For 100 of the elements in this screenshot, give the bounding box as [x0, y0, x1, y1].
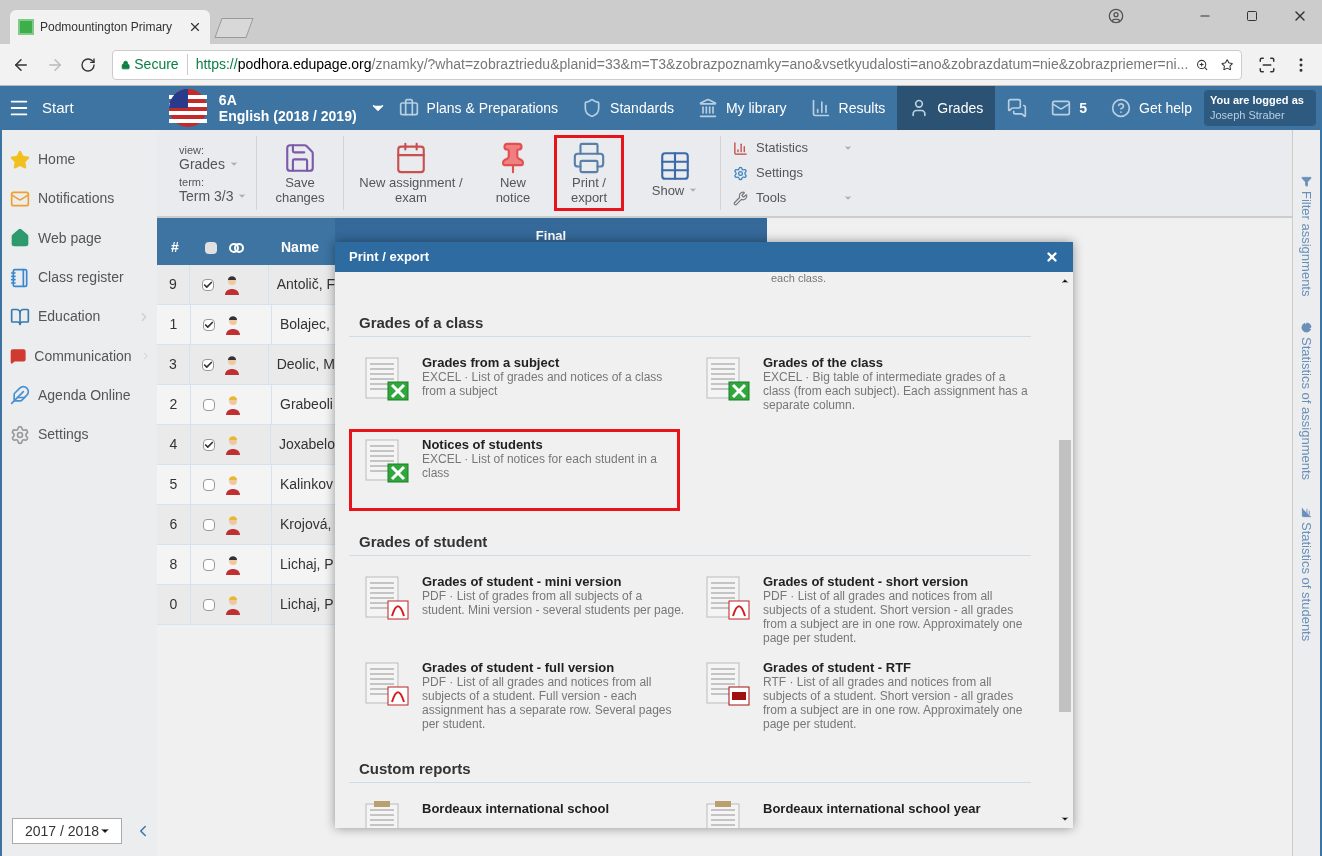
table-row[interactable]: 1 Bolajec, — [157, 305, 335, 345]
export-option[interactable]: Grades of student - mini version PDF · List of grades from all subjects of a student. Mini version - several students per page. — [349, 566, 690, 652]
select-all-checkbox[interactable] — [205, 241, 217, 254]
nav-item[interactable]: Standards — [570, 86, 686, 130]
profile-icon[interactable] — [1108, 8, 1124, 24]
row-number: 9 — [157, 265, 190, 304]
close-icon[interactable] — [1045, 250, 1059, 264]
document-icon — [703, 354, 753, 404]
toolbar-menu-item[interactable]: Statistics — [733, 137, 853, 159]
home-icon — [10, 228, 30, 249]
option-title: Grades from a subject — [422, 356, 561, 370]
login-box[interactable]: You are logged as Joseph Straber — [1203, 90, 1316, 126]
student-icon — [225, 314, 241, 335]
table-row[interactable]: 5 Kalinkov — [157, 465, 335, 505]
export-option[interactable]: Bordeaux international school — [349, 793, 690, 828]
start-link[interactable]: Start — [42, 96, 74, 120]
login-label: You are logged as — [1209, 93, 1305, 108]
export-option[interactable]: Grades of the class EXCEL · Big table of intermediate grades of a class (from each subject). Each assignment has a separate column. — [690, 347, 1031, 429]
option-description: EXCEL · Big table of intermediate grades of a class (from each subject). Each assignment has a separate column. — [763, 370, 1028, 412]
nav-item[interactable]: Results — [798, 86, 898, 130]
row-checkbox[interactable] — [203, 518, 215, 531]
option-title: Grades of student - mini version — [422, 575, 623, 589]
table-row[interactable]: 3 Deolic, M — [157, 345, 335, 385]
nav-item[interactable]: 5 — [1039, 86, 1099, 130]
table-row[interactable]: 4 Joxabelo — [157, 425, 335, 465]
student-icon — [223, 274, 240, 295]
toolbar-button[interactable]: New assignment / exam — [350, 135, 472, 211]
export-option[interactable]: Grades of student - RTF RTF · List of all grades and notices from all subjects of a student. Short version - all grades from a subject are in one row. Approximately one page per student. — [690, 652, 1031, 738]
toolbar-button[interactable]: Save changes — [263, 135, 337, 211]
toolbar-menu-item[interactable]: Settings — [733, 162, 853, 184]
sidebar-item[interactable]: Agenda Online — [2, 375, 157, 416]
student-icon — [224, 434, 241, 455]
cast-icon[interactable] — [1258, 55, 1276, 74]
export-option[interactable]: Bordeaux international school year — [690, 793, 1031, 828]
sidebar-item[interactable]: Education — [2, 297, 157, 337]
row-number: 3 — [157, 345, 190, 384]
feather-icon — [10, 385, 30, 406]
toolbar-button[interactable]: Print / export — [554, 135, 624, 211]
url-text: https://podhora.edupage.org/znamky/?what=zobraztriedu&planid=33&m=T3&zobrazpoznamky=ano&vsetkyudalosti=ano&zobrazdatum=nie&zobrazpriemer=ni... — [194, 55, 1189, 74]
toolbar-button[interactable]: New notice — [484, 135, 542, 211]
term-selector[interactable]: term: Term 3/3 — [179, 175, 256, 203]
row-checkbox[interactable] — [203, 478, 215, 491]
row-checkbox[interactable] — [203, 598, 215, 611]
student-name: Krojová, — [279, 515, 332, 534]
printer-icon — [572, 141, 606, 175]
toolbar-menu-item[interactable]: Tools — [733, 187, 853, 209]
sidebar-item[interactable]: Communication — [2, 336, 157, 376]
chart-icon — [810, 98, 831, 118]
sidebar-item[interactable]: Settings — [2, 415, 157, 455]
table-row[interactable]: 2 Grabeoli — [157, 385, 335, 425]
export-option[interactable]: Notices of students EXCEL · List of notices for each student in a class — [349, 429, 680, 511]
table-row[interactable]: 6 Krojová, — [157, 505, 335, 545]
row-number: 8 — [157, 545, 191, 584]
row-checkbox[interactable] — [202, 438, 215, 451]
row-checkbox[interactable] — [201, 278, 214, 291]
bookmark-icon[interactable] — [1220, 56, 1233, 73]
student-icon — [225, 554, 241, 575]
row-checkbox[interactable] — [203, 558, 215, 571]
register-icon — [10, 267, 30, 288]
nav-item[interactable]: Grades — [897, 86, 996, 130]
column-header: Name — [280, 238, 321, 257]
column-header: # — [170, 238, 180, 257]
table-row[interactable]: 8 Lichaj, P — [157, 545, 335, 585]
sidebar-item[interactable]: Notifications — [2, 179, 157, 219]
shield-icon — [582, 98, 603, 118]
export-option[interactable]: Grades of student - short version PDF · List of all grades and notices from all subjects of a student. Short version - all grades from a subject are in one row. Approximately one page per student. — [690, 566, 1031, 652]
reload-icon[interactable] — [80, 56, 96, 73]
section-title: Custom reports — [349, 758, 1031, 783]
student-name: Antolič, F — [275, 275, 335, 294]
row-number: 4 — [157, 425, 191, 464]
export-option[interactable]: Grades of student - full version PDF · List of all grades and notices from all subjects of a student. Full version - each assignment has a separate row. Several pages per student. — [349, 652, 690, 738]
export-option[interactable]: Grades from a subject EXCEL · List of grades and notices of a class from a subject — [349, 347, 690, 429]
sidebar-item[interactable]: Web page — [2, 218, 157, 258]
wrench-icon — [733, 190, 748, 206]
table-row[interactable]: 9 Antolič, F — [157, 265, 335, 305]
sidebar-item[interactable]: Home — [2, 140, 157, 180]
flag-icon — [168, 89, 207, 127]
row-checkbox[interactable] — [201, 358, 214, 371]
address-field[interactable]: Secure https://podhora.edupage.org/znamky/?what=zobraztriedu&planid=33&m=T3&zobrazpoznamky=ano&vsetkyudalosti=ano&zobrazdatum=nie&zobrazpriemer=ni... — [112, 49, 1242, 80]
row-checkbox[interactable] — [203, 318, 215, 331]
nav-item[interactable]: Get help — [1099, 86, 1204, 130]
scroll-down-icon[interactable] — [1060, 814, 1070, 824]
option-description: EXCEL · List of grades and notices of a class from a subject — [422, 370, 664, 398]
maximize-icon[interactable] — [1246, 10, 1258, 22]
sidebar-item[interactable]: Class register — [2, 257, 157, 298]
browser-tab[interactable]: Podmountington Primary — [10, 10, 210, 44]
view-selector[interactable]: view: Grades — [179, 143, 256, 171]
close-icon[interactable] — [188, 20, 202, 34]
nav-item[interactable]: Plans & Preparations — [386, 86, 571, 130]
table-row[interactable]: 0 Lichaj, P — [157, 585, 335, 625]
subject-name: English (2018 / 2019) — [218, 108, 357, 124]
row-checkbox[interactable] — [203, 398, 215, 411]
row-number: 6 — [157, 505, 191, 544]
option-description: RTF · List of all grades and notices from all subjects of a student. Short version - all grades from a subject are in one row. Approximately one page per student. — [763, 675, 1024, 731]
nav-item[interactable]: My library — [685, 86, 799, 130]
scroll-up-icon[interactable] — [1060, 276, 1070, 286]
year-select[interactable]: 2017 / 2018 — [12, 818, 122, 844]
toolbar-button[interactable]: Show — [636, 135, 714, 211]
class-selector[interactable]: 6A English (2018 / 2019) — [168, 89, 387, 127]
student-icon — [225, 514, 241, 535]
